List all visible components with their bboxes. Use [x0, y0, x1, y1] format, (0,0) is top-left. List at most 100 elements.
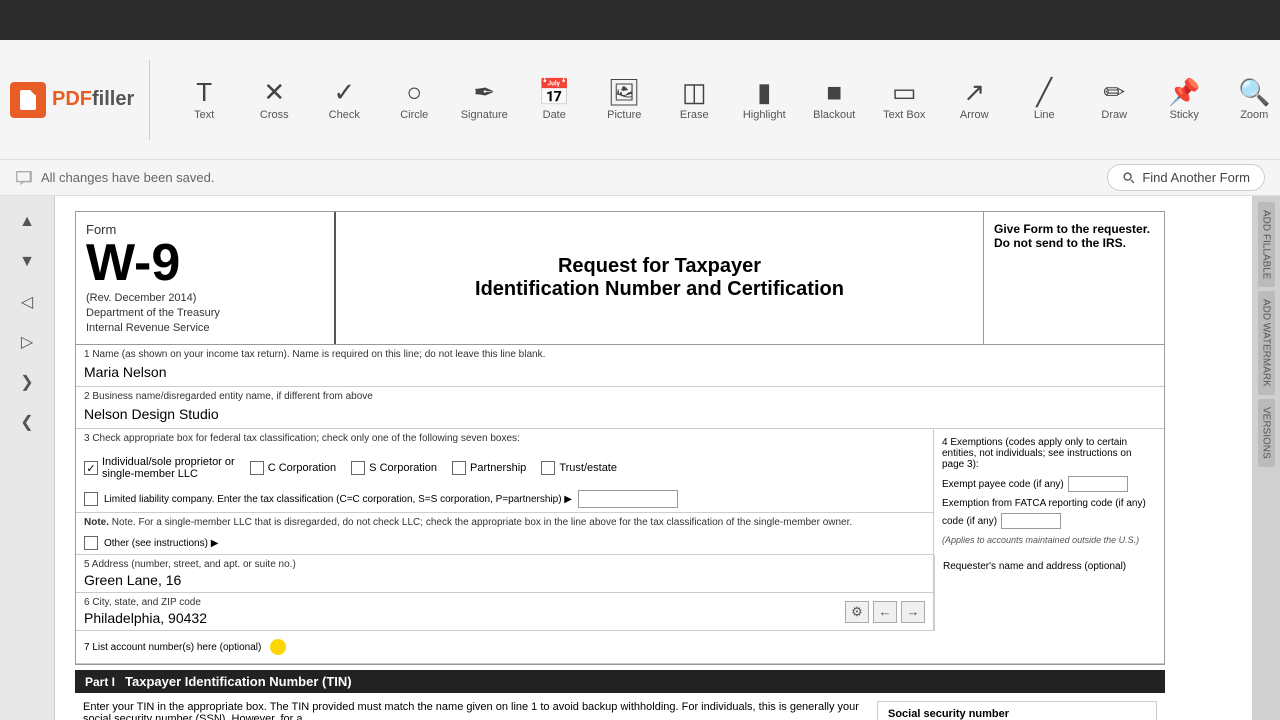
- tin-text: Enter your TIN in the appropriate box. T…: [83, 701, 877, 720]
- textbox-icon: ▭: [892, 79, 917, 105]
- field5-label: 5 Address (number, street, and apt. or s…: [84, 559, 296, 570]
- form-content: Form W-9 (Rev. December 2014) Department…: [55, 196, 1252, 720]
- requester-col: Requester's name and address (optional): [934, 555, 1164, 631]
- checkbox-c-corp-box[interactable]: [250, 461, 264, 475]
- field2-label: 2 Business name/disregarded entity name,…: [84, 391, 1156, 402]
- saved-status: All changes have been saved.: [41, 170, 214, 185]
- checkbox-partnership-label: Partnership: [470, 462, 526, 474]
- exempt-payee-input[interactable]: [1068, 476, 1128, 492]
- blackout-label: Blackout: [813, 109, 855, 121]
- main-area: ▲ ▼ ◁ ▷ ❯ ❮ Form W-9 (Rev. December 2014…: [0, 196, 1280, 720]
- tool-text[interactable]: T Text: [170, 55, 238, 145]
- checkbox-s-corp-label: S Corporation: [369, 462, 437, 474]
- exempt-payee-label: Exempt payee code (if any): [942, 479, 1064, 490]
- status-left: All changes have been saved.: [15, 169, 214, 187]
- sidebar-nav-up[interactable]: ▲: [7, 204, 47, 240]
- field5-value[interactable]: Green Lane, 16: [84, 572, 296, 588]
- toolbar: PDFfiller T Text ✕ Cross ✓ Check ○ Circl…: [0, 40, 1280, 160]
- checkbox-trust-box[interactable]: [541, 461, 555, 475]
- settings-btn[interactable]: ⚙: [845, 601, 869, 623]
- field7-label: 7 List account number(s) here (optional): [84, 642, 261, 653]
- erase-icon: ◫: [682, 79, 707, 105]
- tool-signature[interactable]: ✒ Signature: [450, 55, 518, 145]
- checkbox-individual-label: Individual/sole proprietor orsingle-memb…: [102, 456, 235, 480]
- field1-value[interactable]: Maria Nelson: [84, 362, 1156, 382]
- tool-picture[interactable]: 🖼 Picture: [590, 55, 658, 145]
- fatca-input[interactable]: [1001, 513, 1061, 529]
- form-main-title: Request for Taxpayer: [558, 255, 761, 278]
- draw-label: Draw: [1101, 109, 1127, 121]
- tool-sticky[interactable]: 📌 Sticky: [1150, 55, 1218, 145]
- erase-label: Erase: [680, 109, 709, 121]
- tool-cross[interactable]: ✕ Cross: [240, 55, 308, 145]
- part1-title: Taxpayer Identification Number (TIN): [125, 674, 352, 689]
- tool-circle[interactable]: ○ Circle: [380, 55, 448, 145]
- form-irs: Internal Revenue Service: [86, 322, 324, 334]
- checkbox-partnership-box[interactable]: [452, 461, 466, 475]
- line-label: Line: [1034, 109, 1055, 121]
- checkbox-trust-label: Trust/estate: [559, 462, 617, 474]
- check-label: Check: [329, 109, 360, 121]
- tool-draw[interactable]: ✏ Draw: [1080, 55, 1148, 145]
- part1-label: Part I: [85, 675, 115, 689]
- right-tab-watermark[interactable]: ADD WATERMARK: [1258, 291, 1275, 395]
- sidebar-nav-right[interactable]: ▷: [7, 324, 47, 360]
- checkbox-trust[interactable]: Trust/estate: [541, 461, 617, 475]
- field5-row: 5 Address (number, street, and apt. or s…: [76, 555, 933, 593]
- find-form-label: Find Another Form: [1142, 170, 1250, 185]
- tool-check[interactable]: ✓ Check: [310, 55, 378, 145]
- checkbox-s-corp[interactable]: S Corporation: [351, 461, 437, 475]
- checkbox-individual[interactable]: Individual/sole proprietor orsingle-memb…: [84, 456, 235, 480]
- date-label: Date: [543, 109, 566, 121]
- tool-zoom[interactable]: 🔍 Zoom: [1220, 55, 1280, 145]
- form-header: Form W-9 (Rev. December 2014) Department…: [75, 211, 1165, 345]
- field6-value[interactable]: Philadelphia, 90432: [84, 610, 207, 626]
- checkbox-individual-box[interactable]: [84, 461, 98, 475]
- field7-row: 7 List account number(s) here (optional): [76, 631, 1164, 664]
- ssn-label: Social security number: [888, 708, 1146, 720]
- signature-icon: ✒: [473, 79, 495, 105]
- sidebar-chevron-right[interactable]: ❯: [7, 364, 47, 400]
- field6-row: 6 City, state, and ZIP code Philadelphia…: [76, 593, 933, 631]
- note-text: Note. Note. For a single-member LLC that…: [76, 513, 933, 532]
- field2-value[interactable]: Nelson Design Studio: [84, 404, 1156, 424]
- cross-icon: ✕: [263, 79, 285, 105]
- right-tab-fillable[interactable]: ADD FILLABLE: [1258, 202, 1275, 287]
- sidebar-nav-down[interactable]: ▼: [7, 244, 47, 280]
- tin-content: Enter your TIN in the appropriate box. T…: [83, 701, 1157, 720]
- llc-label: Limited liability company. Enter the tax…: [104, 494, 572, 505]
- tool-textbox[interactable]: ▭ Text Box: [870, 55, 938, 145]
- field6-left: 6 City, state, and ZIP code Philadelphia…: [84, 597, 207, 626]
- signature-label: Signature: [461, 109, 508, 121]
- prev-btn[interactable]: ←: [873, 601, 897, 623]
- tool-erase[interactable]: ◫ Erase: [660, 55, 728, 145]
- sidebar-chevron-left[interactable]: ❮: [7, 404, 47, 440]
- find-another-form-button[interactable]: Find Another Form: [1107, 164, 1265, 191]
- next-btn[interactable]: →: [901, 601, 925, 623]
- tool-line[interactable]: ╱ Line: [1010, 55, 1078, 145]
- sidebar-nav-left[interactable]: ◁: [7, 284, 47, 320]
- tool-highlight[interactable]: ▮ Highlight: [730, 55, 798, 145]
- checkbox-s-corp-box[interactable]: [351, 461, 365, 475]
- checkbox-partnership[interactable]: Partnership: [452, 461, 526, 475]
- cross-label: Cross: [260, 109, 289, 121]
- tool-date[interactable]: 📅 Date: [520, 55, 588, 145]
- field5-col: 5 Address (number, street, and apt. or s…: [76, 555, 934, 631]
- llc-checkbox[interactable]: [84, 492, 98, 506]
- toolbar-tools: T Text ✕ Cross ✓ Check ○ Circle ✒ Signat…: [170, 55, 1280, 145]
- textbox-label: Text Box: [883, 109, 925, 121]
- other-checkbox[interactable]: [84, 536, 98, 550]
- right-sidebar: ADD FILLABLE ADD WATERMARK VERSIONS: [1252, 196, 1280, 720]
- logo-icon: [10, 82, 46, 118]
- checkbox-c-corp[interactable]: C Corporation: [250, 461, 336, 475]
- w9-form: Form W-9 (Rev. December 2014) Department…: [55, 196, 1185, 720]
- search-icon: [1122, 171, 1136, 185]
- other-label: Other (see instructions) ▶: [104, 538, 218, 549]
- right-tab-versions[interactable]: VERSIONS: [1258, 399, 1275, 467]
- form-main-subtitle: Identification Number and Certification: [475, 278, 844, 301]
- tool-blackout[interactable]: ■ Blackout: [800, 55, 868, 145]
- llc-input[interactable]: [578, 490, 678, 508]
- tool-arrow[interactable]: ↗ Arrow: [940, 55, 1008, 145]
- blackout-icon: ■: [826, 79, 842, 105]
- fatca-code-label: code (if any): [942, 516, 997, 527]
